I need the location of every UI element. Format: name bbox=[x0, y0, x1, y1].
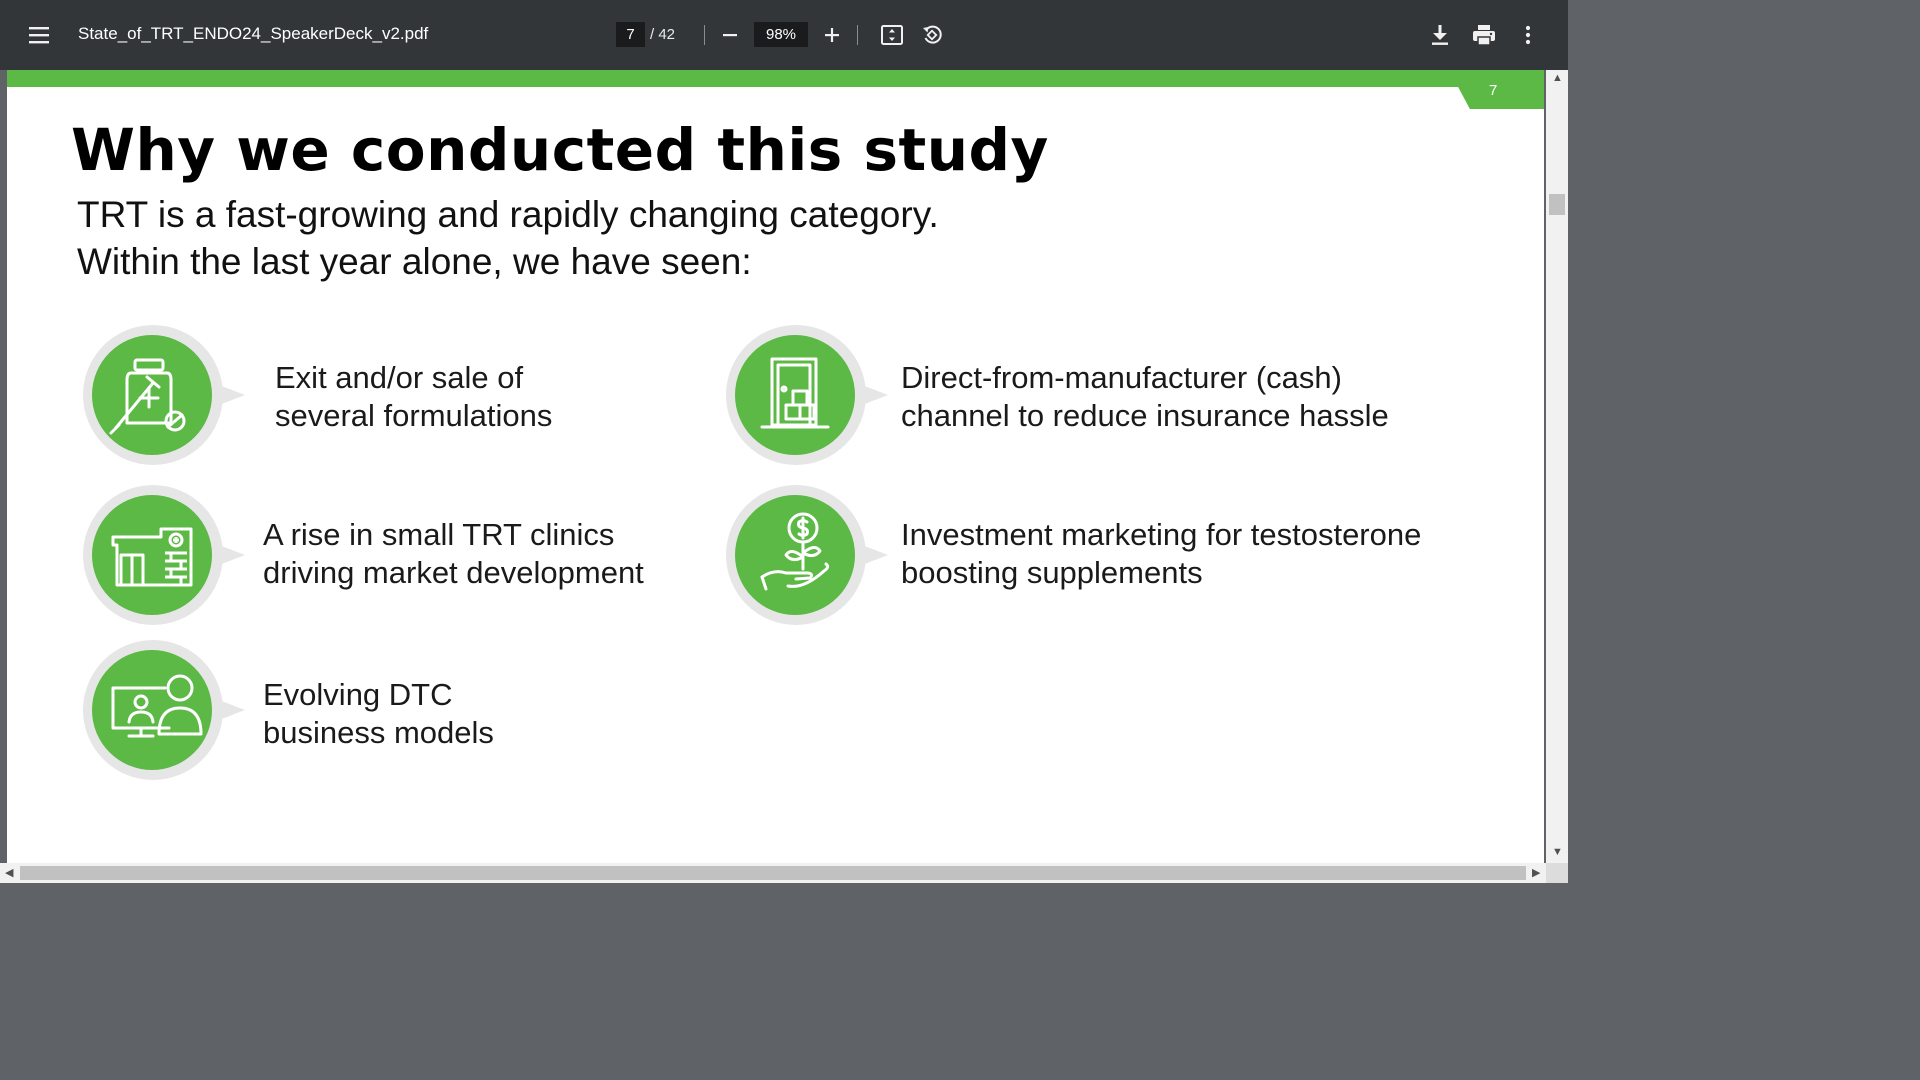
item-text-line: boosting supplements bbox=[901, 555, 1203, 590]
fit-page-icon[interactable] bbox=[876, 20, 908, 50]
medication-vial-syringe-icon bbox=[83, 325, 245, 465]
zoom-in-icon[interactable] bbox=[818, 20, 846, 50]
item-text-line: driving market development bbox=[263, 555, 644, 590]
hand-dollar-plant-icon bbox=[726, 485, 888, 625]
page-number-input[interactable]: 7 bbox=[616, 22, 645, 47]
scroll-right-icon[interactable]: ▶ bbox=[1532, 866, 1540, 879]
door-boxes-icon bbox=[726, 325, 888, 465]
scroll-left-icon[interactable]: ◀ bbox=[5, 866, 13, 879]
slide-subtitle-line-1: TRT is a fast-growing and rapidly changi… bbox=[77, 194, 939, 235]
item-text-line: several formulations bbox=[275, 398, 553, 433]
item-text-line: Exit and/or sale of bbox=[275, 360, 524, 395]
toolbar-divider bbox=[857, 25, 858, 45]
file-title: State_of_TRT_ENDO24_SpeakerDeck_v2.pdf bbox=[78, 24, 429, 43]
slide-subtitle-line-2: Within the last year alone, we have seen… bbox=[77, 241, 752, 282]
print-icon[interactable] bbox=[1468, 19, 1500, 51]
zoom-out-icon[interactable] bbox=[716, 20, 744, 50]
telehealth-monitor-icon bbox=[83, 640, 245, 780]
horizontal-scroll-thumb[interactable] bbox=[20, 866, 1526, 880]
item-text-line: business models bbox=[263, 715, 494, 750]
scroll-up-icon[interactable]: ▲ bbox=[1552, 72, 1563, 84]
download-icon[interactable] bbox=[1424, 19, 1456, 51]
slide-title: Why we conducted this study bbox=[71, 116, 1049, 184]
slide-top-bar bbox=[7, 70, 1544, 87]
menu-icon[interactable] bbox=[22, 19, 56, 51]
toolbar-divider bbox=[704, 25, 705, 45]
scrollbar-corner bbox=[1546, 863, 1568, 883]
rotate-icon[interactable] bbox=[916, 20, 948, 50]
scroll-down-icon[interactable]: ▼ bbox=[1552, 846, 1563, 858]
vertical-scroll-thumb[interactable] bbox=[1549, 194, 1565, 215]
vertical-scrollbar[interactable] bbox=[1546, 70, 1568, 863]
item-text-line: Direct-from-manufacturer (cash) bbox=[901, 360, 1342, 395]
item-text-line: channel to reduce insurance hassle bbox=[901, 398, 1389, 433]
pdf-page: 7 Why we conducted this study TRT is a f… bbox=[7, 70, 1544, 863]
item-text-line: A rise in small TRT clinics bbox=[263, 517, 615, 552]
more-vert-icon[interactable] bbox=[1514, 19, 1542, 51]
zoom-level-input[interactable]: 98% bbox=[754, 22, 808, 47]
pdf-toolbar: State_of_TRT_ENDO24_SpeakerDeck_v2.pdf 7… bbox=[0, 0, 1568, 70]
clinic-building-icon bbox=[83, 485, 245, 625]
slide-page-number: 7 bbox=[1489, 82, 1498, 99]
item-text-line: Evolving DTC bbox=[263, 677, 453, 712]
page-total: / 42 bbox=[650, 26, 676, 43]
item-text-line: Investment marketing for testosterone bbox=[901, 517, 1422, 552]
